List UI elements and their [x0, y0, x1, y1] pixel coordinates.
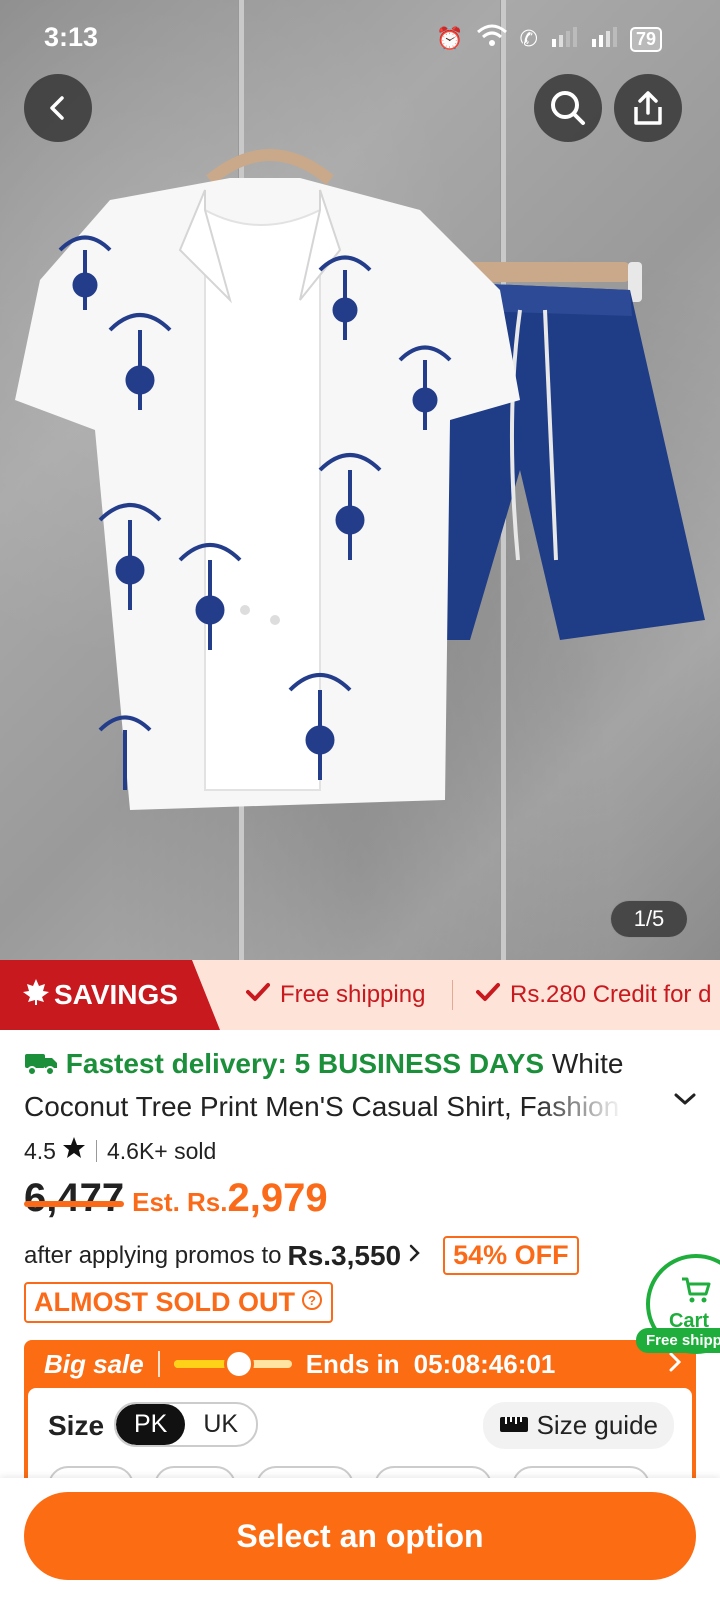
chevron-left-icon — [50, 96, 64, 120]
size-label: Size — [48, 1410, 105, 1441]
image-counter: 1/5 — [610, 900, 688, 938]
sale-progress-bar — [173, 1349, 292, 1379]
strip-divider — [452, 980, 453, 1010]
check-icon — [476, 981, 500, 1009]
region-pk-button[interactable]: PK — [116, 1404, 186, 1445]
free-shipping-item: Free shipping — [246, 960, 425, 1030]
promo-text: after applying promos to — [24, 1241, 282, 1269]
delivery-value: 5 BUSINESS DAYS — [294, 1048, 545, 1079]
signal-icon — [590, 25, 618, 53]
title-line-1: Fastest delivery: 5 BUSINESS DAYS White — [24, 1044, 684, 1087]
product-image[interactable]: 3:13 ⏰ ✆ 79 1/5 — [0, 0, 720, 960]
rating-divider — [95, 1140, 97, 1162]
help-icon: ? — [301, 1287, 323, 1318]
credit-item: Rs.280 Credit for d — [476, 960, 711, 1030]
est-price: 2,979 — [227, 1176, 328, 1220]
battery-indicator: 79 — [629, 26, 662, 52]
status-icons: ⏰ ✆ 79 — [436, 24, 662, 54]
size-region-toggle[interactable]: PK UK — [114, 1402, 259, 1447]
free-shipping-label: Free shipping — [280, 981, 426, 1008]
chevron-right-icon — [407, 1242, 421, 1270]
free-shipping-badge: Free shipp — [636, 1328, 720, 1353]
title-start: White — [551, 1048, 624, 1079]
sale-header: Big sale Ends in 05:08:46:01 — [24, 1340, 696, 1388]
original-price: 6,477 — [24, 1176, 125, 1220]
star-icon — [62, 1136, 86, 1166]
sale-divider — [157, 1351, 160, 1377]
clock-icon — [223, 1349, 254, 1379]
countdown-timer: 05:08:46:01 — [413, 1348, 556, 1379]
bottom-action-bar: Select an option — [0, 1478, 720, 1604]
select-option-button[interactable]: Select an option — [24, 1492, 696, 1580]
big-sale-panel[interactable]: Big sale Ends in 05:08:46:01 Size PK UK … — [24, 1340, 696, 1490]
rating-row[interactable]: 4.5 4.6K+ sold — [24, 1136, 216, 1166]
est-label: Est. Rs. — [132, 1187, 228, 1217]
region-uk-button[interactable]: UK — [185, 1404, 256, 1445]
chevron-down-icon — [674, 1093, 696, 1105]
title-line-2: Coconut Tree Print Men'S Casual Shirt, F… — [24, 1091, 620, 1122]
call-icon: ✆ — [519, 26, 538, 51]
signal-icon — [550, 25, 578, 53]
sale-title: Big sale — [44, 1348, 144, 1379]
delivery-label: Fastest delivery: — [65, 1048, 287, 1079]
promo-row[interactable]: after applying promos to Rs.3,550 54% OF… — [24, 1236, 579, 1275]
savings-label: SAVINGS — [54, 979, 178, 1010]
product-title[interactable]: Fastest delivery: 5 BUSINESS DAYS White … — [24, 1044, 684, 1127]
alarm-icon: ⏰ — [436, 26, 464, 51]
back-button[interactable] — [24, 74, 92, 142]
search-icon — [551, 91, 585, 125]
wifi-icon — [476, 24, 508, 54]
promo-price: Rs.3,550 — [287, 1239, 402, 1271]
status-time: 3:13 — [44, 22, 99, 52]
truck-icon — [24, 1047, 58, 1087]
savings-tag: SAVINGS — [0, 960, 220, 1030]
search-button[interactable] — [534, 74, 602, 142]
cart-icon — [680, 1276, 712, 1310]
discount-badge: 54% OFF — [443, 1236, 579, 1275]
rating-value: 4.5 — [24, 1137, 56, 1164]
check-icon — [246, 981, 270, 1009]
chevron-right-icon — [668, 1350, 682, 1381]
price-row: 6,477 Est. Rs. 2,979 — [24, 1176, 328, 1221]
savings-strip[interactable]: SAVINGS Free shipping Rs.280 Credit for … — [0, 960, 720, 1030]
ruler-icon — [499, 1410, 529, 1441]
svg-text:?: ? — [308, 1293, 316, 1308]
expand-title-button[interactable] — [672, 1090, 698, 1113]
ends-label: Ends in — [305, 1348, 400, 1379]
size-guide-button[interactable]: Size guide — [482, 1402, 674, 1449]
product-illustration — [15, 149, 705, 810]
share-icon — [634, 91, 662, 125]
maple-leaf-icon — [22, 978, 50, 1013]
size-guide-label: Size guide — [536, 1410, 658, 1440]
size-selector: Size PK UK Size guide — [28, 1388, 692, 1490]
credit-label: Rs.280 Credit for d — [510, 981, 712, 1008]
sold-count: 4.6K+ sold — [106, 1137, 217, 1164]
share-button[interactable] — [614, 74, 682, 142]
almost-sold-out-badge[interactable]: ALMOST SOLD OUT ? — [24, 1282, 333, 1323]
stock-status: ALMOST SOLD OUT — [34, 1287, 295, 1317]
